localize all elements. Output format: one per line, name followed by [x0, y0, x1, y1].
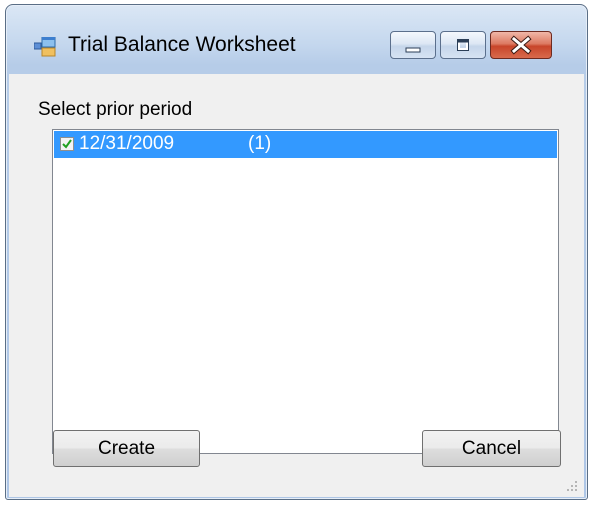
- prior-period-list[interactable]: 12/31/2009 (1): [52, 129, 559, 454]
- resize-grip-icon[interactable]: [566, 479, 578, 491]
- dialog-window: Trial Balance Worksheet Select prior per…: [5, 4, 588, 500]
- close-button[interactable]: [490, 31, 552, 59]
- maximize-icon: [457, 39, 469, 51]
- period-checkbox[interactable]: [60, 137, 74, 151]
- application-icon[interactable]: [33, 36, 56, 57]
- cancel-button[interactable]: Cancel: [422, 430, 561, 467]
- list-item[interactable]: 12/31/2009 (1): [54, 131, 557, 158]
- title-bar[interactable]: Trial Balance Worksheet: [6, 5, 587, 83]
- minimize-button[interactable]: [390, 31, 436, 59]
- maximize-button[interactable]: [440, 31, 486, 59]
- period-date: 12/31/2009: [79, 133, 175, 154]
- checkmark-icon: [62, 139, 72, 149]
- minimize-icon: [405, 47, 421, 53]
- window-title: Trial Balance Worksheet: [68, 33, 296, 56]
- prior-period-label: Select prior period: [38, 99, 193, 120]
- dialog-client-area: Select prior period 12/31/2009 (1) Creat…: [9, 74, 584, 497]
- period-count: (1): [248, 133, 272, 154]
- close-icon: [510, 35, 532, 55]
- create-button[interactable]: Create: [53, 430, 200, 467]
